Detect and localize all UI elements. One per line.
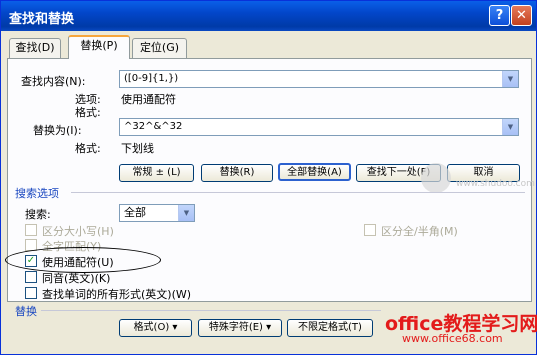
search-direction-label: 搜索: xyxy=(25,208,51,221)
find-options-value: 使用通配符 xyxy=(121,93,176,106)
close-button[interactable]: ✕ xyxy=(511,5,532,26)
format-button[interactable]: 格式(O) ▾ xyxy=(119,319,192,337)
find-replace-dialog: 查找和替换 ? ✕ 查找(D) 替换(P) 定位(G) 查找内容(N): ([0… xyxy=(0,0,537,355)
no-formatting-button[interactable]: 不限定格式(T) xyxy=(287,319,373,337)
window-title: 查找和替换 xyxy=(9,12,75,27)
chevron-down-icon[interactable]: ▼ xyxy=(502,71,518,87)
special-button[interactable]: 特殊字符(E) ▾ xyxy=(198,319,282,337)
tab-find[interactable]: 查找(D) xyxy=(9,38,61,58)
sounds-like-checkbox[interactable] xyxy=(25,271,37,283)
section-divider xyxy=(71,192,525,193)
half-full-width-label: 区分全/半角(M) xyxy=(381,225,458,238)
find-what-input[interactable]: ([0-9]{1,}) ▼ xyxy=(119,70,519,88)
tab-goto[interactable]: 定位(G) xyxy=(132,38,187,58)
match-case-label: 区分大小写(H) xyxy=(42,225,114,238)
search-options-title: 搜索选项 xyxy=(15,187,59,200)
chevron-down-icon[interactable]: ▼ xyxy=(502,119,518,135)
watermark-url: www.office68.com xyxy=(402,332,503,345)
normal-button[interactable]: 常规 ± (L) xyxy=(119,164,194,182)
replace-all-button[interactable]: 全部替换(A) xyxy=(278,163,351,181)
find-format-label: 格式: xyxy=(75,106,101,119)
title-bar: 查找和替换 ? ✕ xyxy=(1,1,536,31)
replace-button[interactable]: 替换(R) xyxy=(201,164,273,182)
section-divider xyxy=(41,310,381,311)
half-full-width-checkbox[interactable] xyxy=(364,224,376,236)
tab-replace[interactable]: 替换(P) xyxy=(68,35,130,59)
replace-with-input[interactable]: ^32^&^32 ▼ xyxy=(119,118,519,136)
find-what-value: ([0-9]{1,}) xyxy=(124,73,179,84)
replace-with-label: 替换为(I): xyxy=(33,124,82,137)
search-direction-select[interactable]: 全部 ▼ xyxy=(119,204,195,222)
watermark-site: www.shudoo.com xyxy=(456,179,535,189)
match-case-checkbox[interactable] xyxy=(25,224,37,236)
sounds-like-label: 同音(英文)(K) xyxy=(42,272,111,285)
replace-with-value: ^32^&^32 xyxy=(124,121,183,132)
search-direction-value: 全部 xyxy=(124,206,146,219)
replace-section-title: 替换 xyxy=(15,305,37,318)
all-word-forms-checkbox[interactable] xyxy=(25,287,37,299)
replace-format-value: 下划线 xyxy=(121,142,154,155)
chevron-down-icon[interactable]: ▼ xyxy=(178,205,194,221)
watermark-logo xyxy=(421,163,451,193)
help-button[interactable]: ? xyxy=(489,5,510,26)
replace-format-label: 格式: xyxy=(75,142,101,155)
all-word-forms-label: 查找单词的所有形式(英文)(W) xyxy=(42,288,192,301)
find-what-label: 查找内容(N): xyxy=(21,75,86,88)
